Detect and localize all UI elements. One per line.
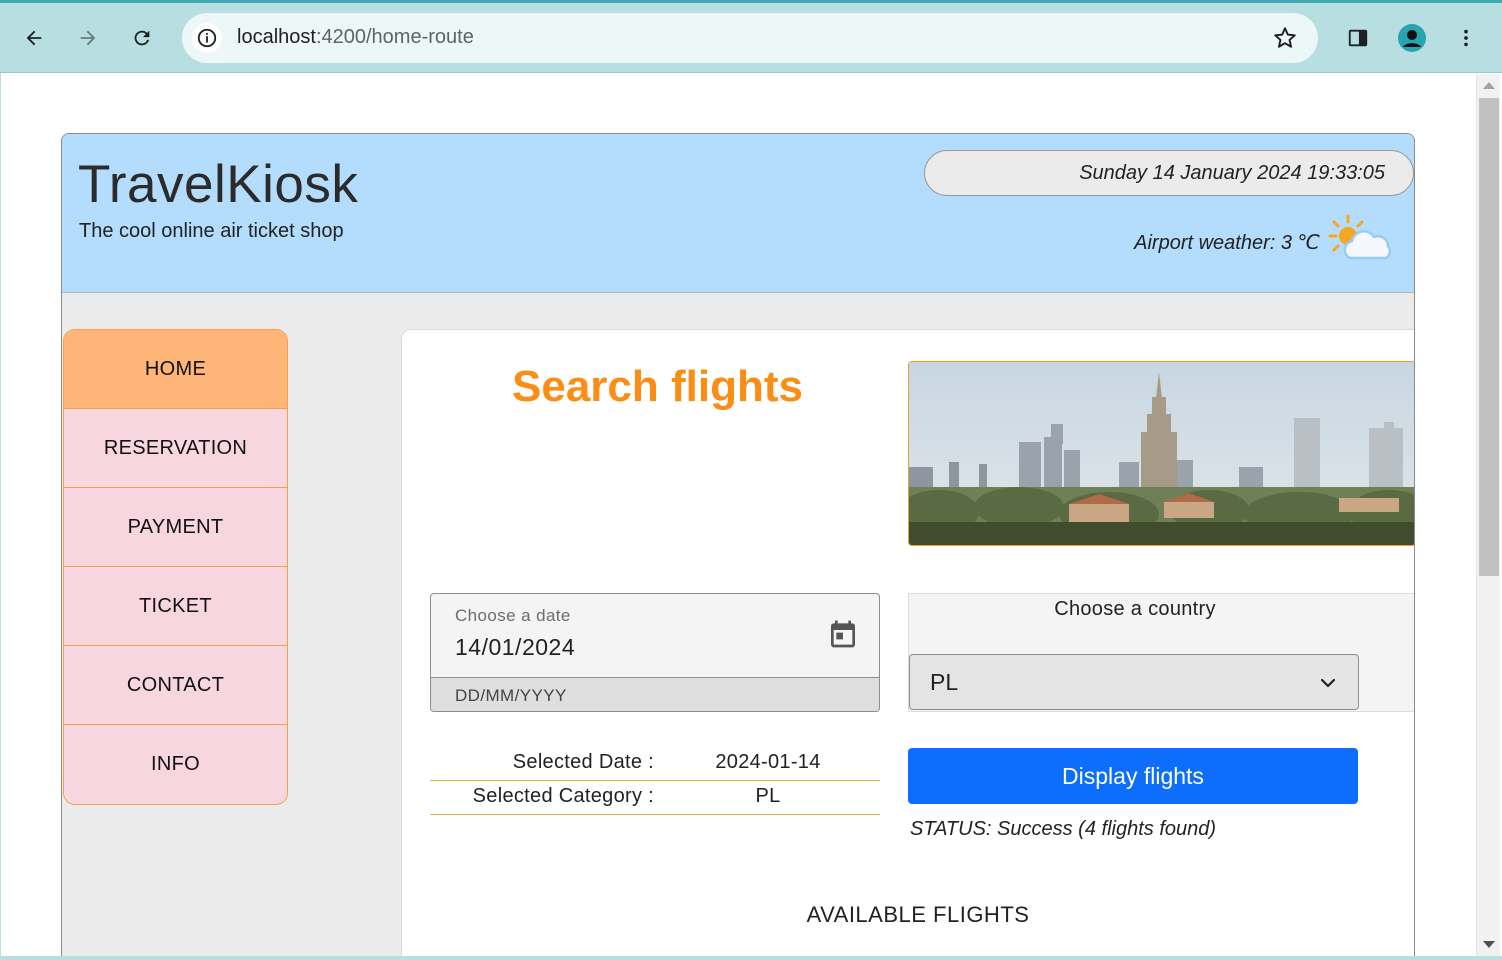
address-bar[interactable]: localhost:4200/home-route	[182, 13, 1318, 63]
brand-title: TravelKiosk	[78, 155, 359, 214]
arrow-right-icon	[80, 30, 96, 46]
forward-button[interactable]	[70, 20, 106, 56]
country-select[interactable]: PL	[909, 654, 1359, 710]
sidebar-item-reservation[interactable]: RESERVATION	[64, 409, 287, 488]
sidebar-nav: HOME RESERVATION PAYMENT TICKET CONTACT …	[63, 329, 288, 805]
bookmark-star-icon[interactable]	[1272, 25, 1298, 51]
calendar-icon[interactable]	[827, 618, 859, 650]
page-viewport: TravelKiosk The cool online air ticket s…	[1, 74, 1476, 956]
selected-date-label: Selected Date :	[512, 751, 654, 773]
sidebar-item-ticket[interactable]: TICKET	[64, 567, 287, 646]
sidebar-item-home[interactable]: HOME	[64, 330, 287, 409]
app-header: TravelKiosk The cool online air ticket s…	[62, 134, 1414, 293]
selected-category-label: Selected Category :	[472, 785, 654, 807]
page-scrollbar[interactable]	[1476, 74, 1500, 956]
selected-category-value: PL	[755, 785, 781, 807]
selection-summary: Selected Date : 2024-01-14 Selected Cate…	[430, 747, 880, 815]
weather-text: Airport weather: 3 ℃	[1134, 232, 1320, 254]
url-path: :4200/home-route	[315, 26, 474, 48]
available-flights-heading: AVAILABLE FLIGHTS	[806, 902, 1030, 927]
display-flights-button[interactable]: Display flights	[908, 748, 1358, 804]
sidebar-item-info[interactable]: INFO	[64, 725, 287, 804]
date-field-value[interactable]: 14/01/2024	[455, 634, 575, 661]
date-field-label: Choose a date	[455, 606, 571, 625]
scroll-up-arrow-icon[interactable]	[1483, 82, 1495, 89]
site-info-icon[interactable]	[192, 23, 222, 53]
sidebar-item-contact[interactable]: CONTACT	[64, 646, 287, 725]
more-vert-icon	[1464, 29, 1468, 47]
country-selected-value: PL	[930, 669, 959, 695]
search-status: STATUS: Success (4 flights found)	[910, 818, 1217, 840]
browser-toolbar: localhost:4200/home-route	[0, 0, 1502, 73]
scroll-down-arrow-icon[interactable]	[1483, 941, 1495, 948]
selected-date-value: 2024-01-14	[715, 751, 821, 773]
country-selector-panel: Choose a country PL	[908, 593, 1414, 712]
search-card: Search flights Choose a date 14/01/2024 …	[401, 329, 1414, 956]
scrollbar-thumb[interactable]	[1479, 98, 1499, 576]
brand-tagline: The cool online air ticket shop	[79, 220, 344, 242]
side-panel-icon	[1348, 29, 1368, 47]
profile-button[interactable]	[1394, 20, 1430, 56]
chevron-down-icon	[1320, 678, 1336, 688]
partly-cloudy-icon	[1328, 214, 1392, 260]
date-hint-bar: DD/MM/YYYY	[431, 677, 879, 711]
profile-avatar-icon	[1398, 24, 1426, 52]
url-text[interactable]: localhost:4200/home-route	[237, 26, 474, 49]
back-button[interactable]	[16, 20, 52, 56]
tab-strip-edge	[0, 0, 1502, 3]
summary-row-category: Selected Category : PL	[430, 781, 880, 815]
url-host: localhost	[237, 26, 316, 48]
summary-row-date: Selected Date : 2024-01-14	[430, 747, 880, 781]
city-skyline-image	[908, 361, 1414, 546]
browser-menu-button[interactable]	[1448, 20, 1484, 56]
arrow-left-icon	[26, 30, 42, 46]
search-title: Search flights	[512, 362, 803, 411]
reload-button[interactable]	[124, 20, 160, 56]
date-picker-field[interactable]: Choose a date 14/01/2024 DD/MM/YYYY	[430, 593, 880, 712]
sidebar-item-payment[interactable]: PAYMENT	[64, 488, 287, 567]
date-format-hint: DD/MM/YYYY	[455, 686, 567, 705]
reload-icon	[134, 30, 150, 46]
country-label: Choose a country	[1054, 598, 1216, 620]
datetime-display: Sunday 14 January 2024 19:33:05	[924, 150, 1414, 196]
app-container: TravelKiosk The cool online air ticket s…	[61, 133, 1415, 956]
side-panel-button[interactable]	[1340, 20, 1376, 56]
datetime-text: Sunday 14 January 2024 19:33:05	[1079, 162, 1385, 184]
